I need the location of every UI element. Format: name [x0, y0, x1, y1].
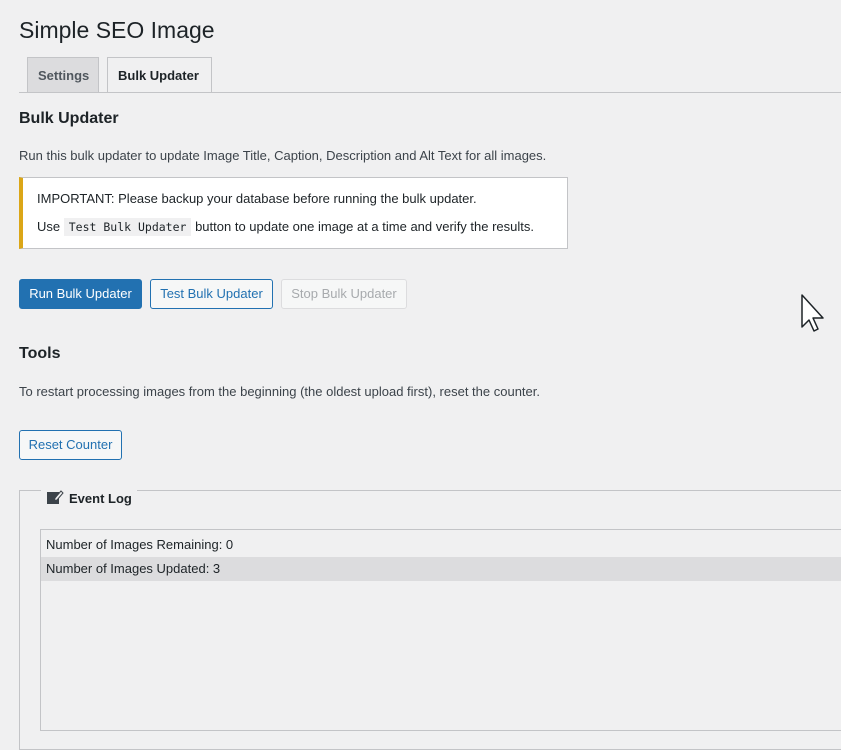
stop-bulk-updater-button[interactable]: Stop Bulk Updater — [281, 279, 407, 309]
warning-notice: IMPORTANT: Please backup your database b… — [19, 177, 568, 249]
mouse-pointer-icon — [800, 293, 828, 338]
bulk-updater-description: Run this bulk updater to update Image Ti… — [19, 148, 547, 163]
run-bulk-updater-button[interactable]: Run Bulk Updater — [19, 279, 142, 309]
notice-test-text: Use Test Bulk Updater button to update o… — [37, 218, 535, 236]
tools-description: To restart processing images from the be… — [19, 384, 540, 399]
test-bulk-updater-button[interactable]: Test Bulk Updater — [150, 279, 273, 309]
notice-backup-text: IMPORTANT: Please backup your database b… — [37, 191, 477, 206]
event-log-legend: Event Log — [41, 489, 137, 508]
edit-icon — [46, 489, 64, 508]
reset-counter-button[interactable]: Reset Counter — [19, 430, 122, 460]
tab-settings[interactable]: Settings — [27, 57, 99, 92]
log-row: Number of Images Remaining: 0 — [46, 537, 234, 552]
tab-bulk-updater[interactable]: Bulk Updater — [107, 57, 212, 93]
tabs-divider — [19, 92, 841, 93]
tools-heading: Tools — [19, 345, 61, 362]
event-log-title: Event Log — [69, 491, 132, 506]
page-title: Simple SEO Image — [19, 17, 215, 43]
notice-code: Test Bulk Updater — [63, 218, 192, 236]
bulk-updater-heading: Bulk Updater — [19, 110, 119, 127]
event-log-box[interactable]: Number of Images Remaining: 0 Number of … — [40, 529, 841, 731]
notice-suffix: button to update one image at a time and… — [195, 219, 535, 234]
log-row: Number of Images Updated: 3 — [41, 557, 841, 581]
notice-prefix: Use — [37, 219, 61, 234]
